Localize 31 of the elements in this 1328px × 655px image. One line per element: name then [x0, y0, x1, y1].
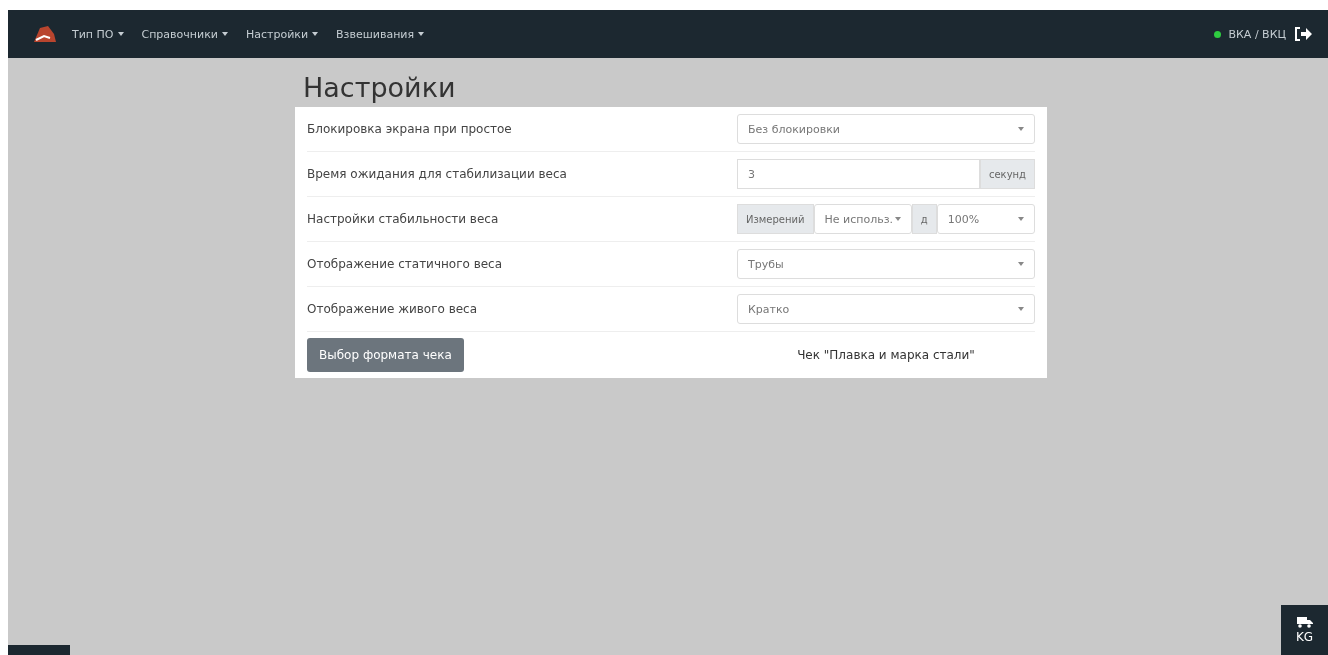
page-title: Настройки [303, 72, 457, 103]
caret-icon [1018, 127, 1024, 131]
nav-menu[interactable]: Тип ПО [68, 27, 128, 41]
setting-label: Отображение статичного веса [307, 257, 504, 271]
setting-label: Настройки стабильности веса [307, 212, 500, 226]
setting-label: Время ожидания для стабилизации веса [307, 167, 568, 181]
logout-icon[interactable] [1294, 26, 1312, 42]
caret-icon [894, 217, 901, 221]
receipt-format-button[interactable]: Выбор формата чека [307, 338, 464, 372]
nav-menu[interactable]: Настройки [241, 27, 323, 41]
input-field[interactable]: 3 [737, 159, 980, 189]
unit-label: секунд [979, 159, 1035, 189]
select-field[interactable]: 100% [936, 204, 1035, 234]
select-field[interactable]: Трубы [737, 249, 1035, 279]
caret-icon [1018, 307, 1024, 311]
nav-menu[interactable]: Взвешивания [332, 27, 429, 41]
select-field[interactable]: Без блокировки [737, 114, 1035, 144]
separator-label: д [911, 204, 937, 234]
status-bar [8, 645, 70, 655]
prefix-label: Измерений [737, 204, 814, 234]
nav-menu[interactable]: Справочники [137, 27, 232, 41]
select-field[interactable]: Не использ. [813, 204, 912, 234]
select-field[interactable]: Кратко [737, 294, 1035, 324]
caret-icon [1018, 262, 1024, 266]
user-label: ВКА / ВКЦ [1228, 27, 1286, 41]
unit-button[interactable]: KG [1281, 605, 1328, 655]
caret-icon [1018, 217, 1024, 221]
truck-icon [1296, 616, 1313, 628]
receipt-format-text: Чек "Плавка и марка стали" [796, 348, 976, 362]
setting-label: Блокировка экрана при простое [307, 122, 513, 136]
setting-label: Отображение живого веса [307, 302, 479, 316]
